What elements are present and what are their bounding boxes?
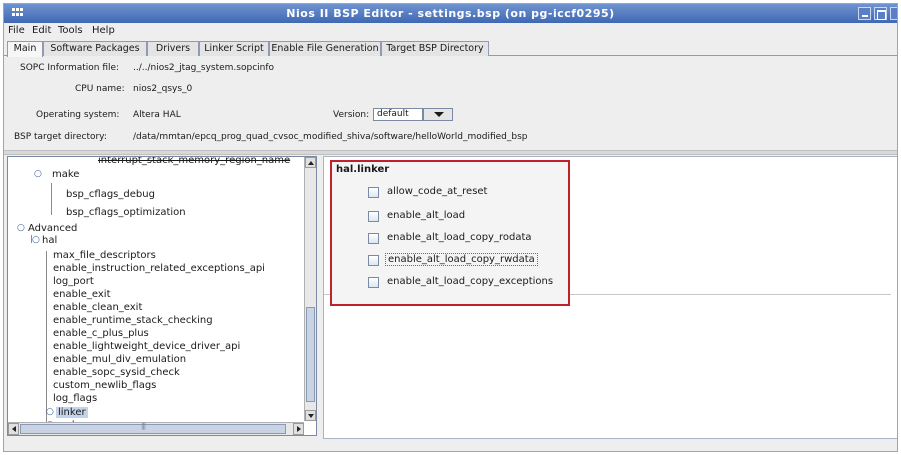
tab-linker-script[interactable]: Linker Script: [199, 41, 269, 56]
tab-bar: Main Software Packages Drivers Linker Sc…: [4, 40, 897, 57]
tab-software-packages[interactable]: Software Packages: [43, 41, 147, 56]
section-title: hal.linker: [336, 164, 390, 175]
tree-item-enable-sopc-sysid-check[interactable]: enable_sopc_sysid_check: [53, 367, 180, 378]
tree-item-log-port[interactable]: log_port: [53, 276, 94, 287]
scroll-right-arrow-icon[interactable]: [293, 423, 304, 435]
settings-tree: interrupt_stack_memory_region_name ○ mak…: [7, 156, 317, 436]
cpu-value: nios2_qsys_0: [133, 84, 193, 94]
tree-item-bsp-cflags-optimization[interactable]: bsp_cflags_optimization: [66, 207, 186, 218]
option-label: enable_alt_load_copy_rodata: [387, 232, 532, 243]
checkbox[interactable]: [368, 233, 379, 244]
tree-item-enable-lightweight-device-driver-api[interactable]: enable_lightweight_device_driver_api: [53, 341, 240, 352]
maximize-button[interactable]: [874, 7, 887, 20]
tree-item-max-file-descriptors[interactable]: max_file_descriptors: [53, 250, 156, 261]
option-label: enable_alt_load: [387, 210, 466, 221]
sopc-label: SOPC Information file:: [20, 63, 120, 73]
tree-expanded-icon[interactable]: ○: [32, 235, 40, 245]
option-label: enable_alt_load_copy_exceptions: [387, 276, 554, 287]
tree-item-bsp-cflags-debug[interactable]: bsp_cflags_debug: [66, 189, 155, 200]
version-label: Version:: [333, 110, 370, 120]
tree-item-enable-instruction-exceptions[interactable]: enable_instruction_related_exceptions_ap…: [53, 263, 265, 274]
os-value: Altera HAL: [133, 110, 181, 120]
menu-tools[interactable]: Tools: [58, 25, 83, 36]
minimize-button[interactable]: [858, 7, 871, 20]
tab-target-bsp-directory[interactable]: Target BSP Directory: [381, 41, 489, 56]
scroll-thumb[interactable]: [20, 422, 286, 434]
checkbox[interactable]: [368, 211, 379, 222]
sopc-value: ../../nios2_jtag_system.sopcinfo: [133, 63, 275, 73]
scroll-thumb[interactable]: [306, 307, 315, 402]
tree-item-enable-exit[interactable]: enable_exit: [53, 289, 111, 300]
settings-detail-panel: hal.linker allow_code_at_reset enable_al…: [323, 156, 897, 439]
window-title: Nios II BSP Editor - settings.bsp (on pg…: [286, 7, 615, 20]
bsp-dir-label: BSP target directory:: [14, 132, 107, 142]
tree-connector: [51, 183, 52, 215]
tree-item-advanced[interactable]: Advanced: [28, 223, 77, 234]
checkbox[interactable]: [368, 187, 379, 198]
tree-item-hal[interactable]: hal: [42, 235, 57, 246]
title-bar[interactable]: Nios II BSP Editor - settings.bsp (on pg…: [4, 4, 897, 23]
highlight-box: hal.linker allow_code_at_reset enable_al…: [330, 160, 570, 306]
menu-edit[interactable]: Edit: [32, 25, 51, 36]
bsp-info-panel: SOPC Information file: ../../nios2_jtag_…: [4, 57, 897, 149]
tree-item-make[interactable]: make: [52, 169, 79, 180]
tree-connector: [46, 251, 47, 429]
checkbox[interactable]: [368, 255, 379, 266]
chevron-down-icon[interactable]: [423, 108, 453, 121]
tree-item-log-flags[interactable]: log_flags: [53, 393, 97, 404]
tree-item-enable-c-plus-plus[interactable]: enable_c_plus_plus: [53, 328, 149, 339]
scroll-left-arrow-icon[interactable]: [8, 423, 19, 435]
tree-item-custom-newlib-flags[interactable]: custom_newlib_flags: [53, 380, 156, 391]
tree-expanded-icon[interactable]: ○: [17, 223, 25, 233]
tree-horizontal-scrollbar[interactable]: [8, 422, 304, 435]
tree-vertical-scrollbar[interactable]: [304, 157, 316, 421]
app-window: Nios II BSP Editor - settings.bsp (on pg…: [3, 3, 898, 452]
tree-expanded-icon[interactable]: ○: [34, 169, 42, 179]
cpu-label: CPU name:: [75, 84, 125, 94]
tree-item-interrupt-stack[interactable]: interrupt_stack_memory_region_name: [98, 157, 290, 166]
menu-help[interactable]: Help: [92, 25, 115, 36]
tree-item-enable-mul-div-emulation[interactable]: enable_mul_div_emulation: [53, 354, 186, 365]
tab-enable-file-generation[interactable]: Enable File Generation: [269, 41, 381, 56]
bsp-dir-value: /data/mmtan/epcq_prog_quad_cvsoc_modifie…: [133, 132, 528, 142]
tree-item-enable-clean-exit[interactable]: enable_clean_exit: [53, 302, 142, 313]
split-divider[interactable]: [4, 150, 897, 155]
menu-file[interactable]: File: [8, 25, 25, 36]
scroll-up-arrow-icon[interactable]: [305, 157, 316, 168]
option-label: allow_code_at_reset: [387, 186, 488, 197]
version-select[interactable]: default: [373, 108, 423, 121]
tree-item-enable-runtime-stack-checking[interactable]: enable_runtime_stack_checking: [53, 315, 213, 326]
tree-item-linker[interactable]: linker: [56, 407, 88, 418]
tab-drivers[interactable]: Drivers: [147, 41, 199, 56]
close-button[interactable]: [890, 7, 897, 20]
scroll-down-arrow-icon[interactable]: [305, 410, 316, 421]
os-label: Operating system:: [36, 110, 120, 120]
tree-collapsed-icon[interactable]: ○: [46, 407, 54, 417]
menu-bar: File Edit Tools Help: [4, 23, 897, 39]
tab-main[interactable]: Main: [7, 41, 43, 57]
option-label: enable_alt_load_copy_rwdata: [385, 253, 538, 266]
checkbox[interactable]: [368, 277, 379, 288]
